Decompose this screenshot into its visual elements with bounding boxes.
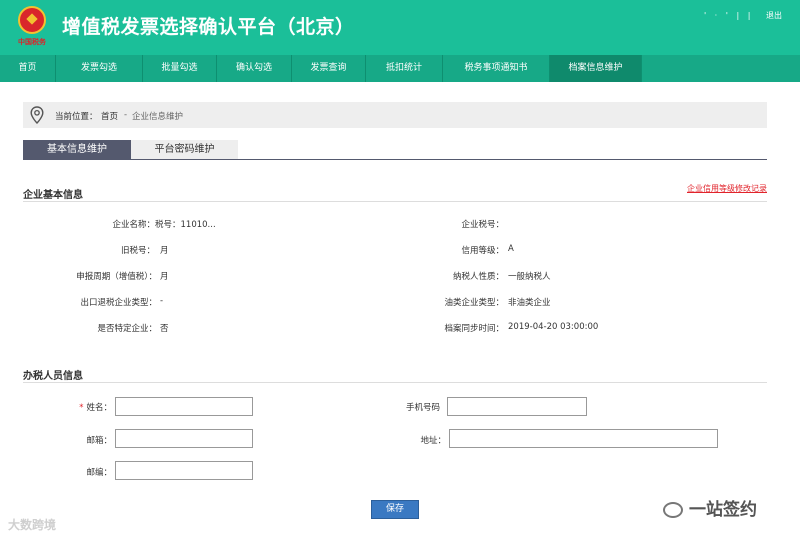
company-section-title: 企业基本信息 bbox=[23, 190, 83, 201]
export-refund-label: 出口退税企业类型： bbox=[80, 298, 157, 308]
breadcrumb-current: 企业信息维护 bbox=[132, 112, 184, 122]
chat-bubble-icon bbox=[663, 502, 683, 518]
company-name-value: 税号：11010... bbox=[155, 220, 216, 230]
staff-name-input[interactable] bbox=[115, 397, 253, 416]
oil-type-label: 油类企业类型： bbox=[444, 298, 504, 308]
taxpayer-type-label: 纳税人性质： bbox=[452, 272, 504, 282]
zip-label: 邮编： bbox=[86, 468, 112, 478]
special-company-value: 否 bbox=[160, 324, 169, 334]
breadcrumb-label: 当前位置： bbox=[55, 112, 98, 122]
address-input[interactable] bbox=[449, 429, 718, 448]
phone-input[interactable] bbox=[447, 397, 587, 416]
taxpayer-type-value: 一般纳税人 bbox=[508, 272, 551, 282]
tax-no-label: 企业税号： bbox=[461, 220, 504, 230]
tab-basic-info[interactable]: 基本信息维护 bbox=[23, 140, 131, 159]
watermark-right-text: 一站签约 bbox=[689, 500, 757, 520]
nav-deduction-stats[interactable]: 抵扣统计 bbox=[366, 55, 443, 82]
user-area: ' · ' | | 退出 bbox=[704, 10, 782, 21]
watermark-right: 一站签约 bbox=[663, 495, 757, 520]
sync-time-label: 档案同步时间： bbox=[444, 324, 504, 334]
export-refund-value: - bbox=[160, 296, 164, 306]
tax-logo: 中国税务 bbox=[15, 6, 49, 48]
email-label: 邮箱： bbox=[86, 436, 112, 446]
nav-archive-maintenance[interactable]: 档案信息维护 bbox=[550, 55, 642, 82]
nav-batch-select[interactable]: 批量勾选 bbox=[143, 55, 217, 82]
main-nav: 首页 发票勾选 批量勾选 确认勾选 发票查询 抵扣统计 税务事项通知书 档案信息… bbox=[0, 55, 800, 82]
breadcrumb: 当前位置： 首页 - 企业信息维护 bbox=[23, 102, 767, 128]
section-divider bbox=[23, 382, 767, 383]
credit-history-link[interactable]: 企业信用等级修改记录 bbox=[687, 183, 767, 194]
credit-level-value: A bbox=[508, 244, 514, 254]
special-company-label: 是否特定企业： bbox=[97, 324, 157, 334]
declare-period-value: 月 bbox=[160, 272, 169, 282]
app-title: 增值税发票选择确认平台（北京） bbox=[62, 16, 355, 38]
declare-period-label: 申报周期（增值税）： bbox=[76, 272, 157, 282]
location-pin-icon bbox=[30, 106, 44, 124]
old-tax-no-value: 月 bbox=[160, 246, 169, 256]
breadcrumb-home[interactable]: 首页 bbox=[101, 110, 118, 122]
section-divider bbox=[23, 201, 767, 202]
nav-tax-notice[interactable]: 税务事项通知书 bbox=[443, 55, 550, 82]
nav-home[interactable]: 首页 bbox=[0, 55, 56, 82]
required-mark: * bbox=[79, 403, 84, 413]
address-label: 地址： bbox=[420, 436, 446, 446]
company-name-label: 企业名称： bbox=[112, 220, 155, 230]
credit-level-label: 信用等级： bbox=[461, 246, 504, 256]
oil-type-value: 非油类企业 bbox=[508, 298, 551, 308]
nav-invoice-query[interactable]: 发票查询 bbox=[292, 55, 366, 82]
sync-time-value: 2019-04-20 03:00:00 bbox=[508, 322, 599, 332]
staff-name-label-text: 姓名： bbox=[86, 403, 112, 413]
staff-name-label: * 姓名： bbox=[60, 401, 112, 413]
logo-text: 中国税务 bbox=[18, 37, 46, 46]
old-tax-no-label: 旧税号： bbox=[120, 246, 155, 256]
nav-invoice-select[interactable]: 发票勾选 bbox=[56, 55, 143, 82]
tab-platform-password[interactable]: 平台密码维护 bbox=[131, 140, 238, 159]
emblem-icon bbox=[18, 6, 46, 34]
app-header: 中国税务 增值税发票选择确认平台（北京） ' · ' | | 退出 bbox=[0, 0, 800, 55]
zip-input[interactable] bbox=[115, 461, 253, 480]
logout-link[interactable]: 退出 bbox=[766, 11, 782, 20]
breadcrumb-separator: - bbox=[124, 110, 128, 120]
watermark-left: 大数跨境 bbox=[8, 518, 57, 532]
email-input[interactable] bbox=[115, 429, 253, 448]
phone-label: 手机号码 bbox=[405, 403, 440, 413]
staff-section-title: 办税人员信息 bbox=[23, 371, 83, 382]
user-info: ' · ' | | bbox=[703, 11, 754, 20]
save-button[interactable]: 保存 bbox=[371, 500, 419, 519]
nav-confirm-select[interactable]: 确认勾选 bbox=[217, 55, 292, 82]
tab-bar: 基本信息维护 平台密码维护 bbox=[23, 140, 767, 160]
